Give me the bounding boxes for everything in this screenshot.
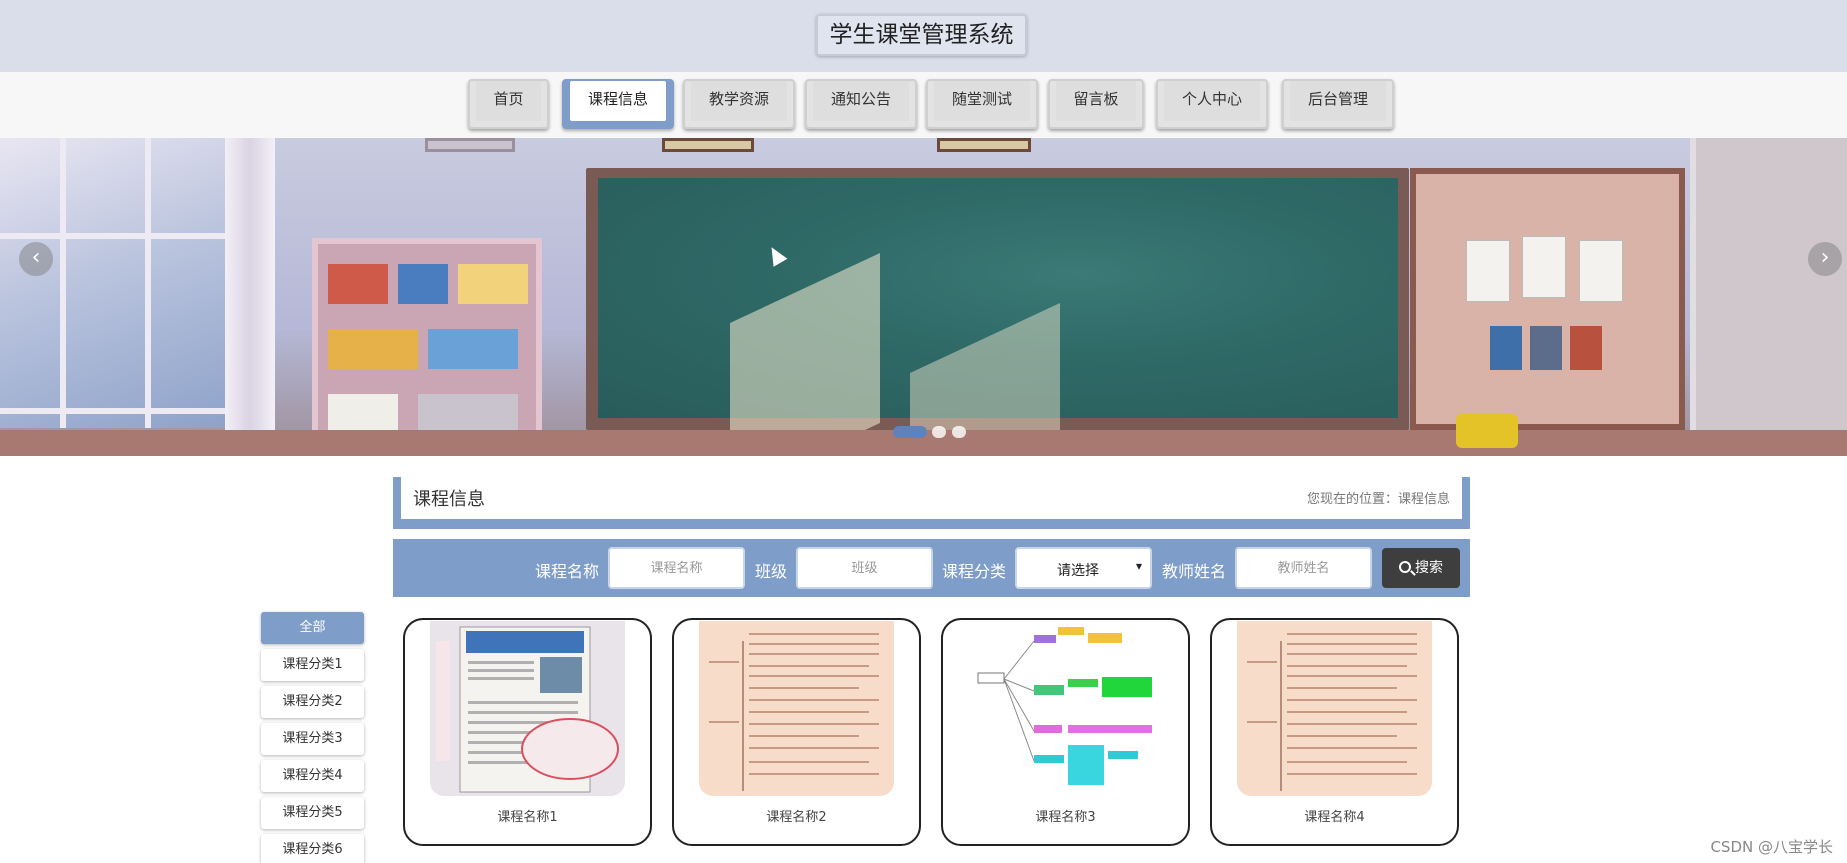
banner-carousel — [0, 138, 1847, 456]
course-name: 课程名称1 — [497, 810, 558, 825]
nav-item-label: 通知公告 — [813, 81, 909, 121]
course-card[interactable]: 课程名称1 — [403, 618, 652, 846]
category-item[interactable]: 课程分类4 — [261, 760, 364, 792]
course-name: 课程名称2 — [766, 810, 827, 825]
course-thumbnail — [430, 621, 625, 796]
search-button-label: 搜索 — [1415, 560, 1443, 576]
nav-item-label: 后台管理 — [1290, 81, 1386, 121]
chevron-down-icon: ▾ — [1135, 559, 1142, 573]
course-name-label: 课程名称 — [535, 562, 600, 581]
class-input[interactable] — [796, 547, 933, 589]
nav-item-label: 课程信息 — [570, 81, 666, 121]
nav-item-teaching-resources[interactable]: 教学资源 — [683, 79, 795, 129]
carousel-dot[interactable] — [932, 426, 946, 438]
carousel-dot[interactable] — [952, 426, 966, 438]
nav-item-label: 个人中心 — [1164, 81, 1260, 121]
teacher-input[interactable] — [1235, 547, 1372, 589]
top-bar: 学生课堂管理系统 — [0, 0, 1847, 72]
nav-item-personal-center[interactable]: 个人中心 — [1156, 79, 1268, 129]
category-item[interactable]: 课程分类1 — [261, 649, 364, 681]
nav-item-label: 首页 — [476, 81, 541, 121]
section-header: 课程信息 您现在的位置：课程信息 — [393, 477, 1470, 529]
search-icon — [1399, 561, 1411, 573]
nav-item-label: 留言板 — [1056, 81, 1136, 121]
class-label: 班级 — [755, 562, 788, 581]
search-button[interactable]: 搜索 — [1382, 548, 1460, 588]
course-card[interactable]: 课程名称4 — [1210, 618, 1459, 846]
banner-bookshelf — [312, 238, 542, 456]
course-name: 课程名称3 — [1035, 810, 1096, 825]
course-thumbnail — [968, 621, 1163, 796]
course-thumbnail — [1237, 621, 1432, 796]
category-item[interactable]: 课程分类3 — [261, 723, 364, 755]
category-item[interactable]: 课程分类2 — [261, 686, 364, 718]
category-item-all[interactable]: 全部 — [261, 612, 364, 644]
breadcrumb: 您现在的位置：课程信息 — [1306, 492, 1450, 507]
carousel-next-button[interactable]: › — [1808, 242, 1842, 276]
banner-door — [1690, 138, 1847, 456]
nav-item-notices[interactable]: 通知公告 — [805, 79, 917, 129]
nav-item-admin[interactable]: 后台管理 — [1282, 79, 1394, 129]
category-select-value: 请选择 — [1057, 563, 1099, 579]
watermark: CSDN @八宝学长 — [1710, 838, 1833, 856]
carousel-prev-button[interactable]: ‹ — [19, 242, 53, 276]
nav-item-message-board[interactable]: 留言板 — [1048, 79, 1144, 129]
carousel-dot[interactable] — [893, 426, 927, 438]
banner-curtain — [225, 138, 275, 438]
search-bar: 课程名称 班级 课程分类 请选择 ▾ 教师姓名 搜索 — [393, 539, 1470, 597]
section-title: 课程信息 — [413, 489, 485, 510]
category-item[interactable]: 课程分类6 — [261, 834, 364, 863]
category-select[interactable]: 请选择 ▾ — [1015, 547, 1152, 589]
course-name-input[interactable] — [608, 547, 745, 589]
category-label: 课程分类 — [942, 562, 1007, 581]
nav-item-quiz[interactable]: 随堂测试 — [926, 79, 1038, 129]
course-thumbnail — [699, 621, 894, 796]
nav-item-home[interactable]: 首页 — [468, 79, 549, 129]
site-title: 学生课堂管理系统 — [816, 14, 1027, 56]
category-item[interactable]: 课程分类5 — [261, 797, 364, 829]
nav-item-label: 随堂测试 — [934, 81, 1030, 121]
main-nav: 首页 课程信息 教学资源 通知公告 随堂测试 留言板 个人中心 后台管理 — [0, 72, 1847, 138]
course-card[interactable]: 课程名称2 — [672, 618, 921, 846]
banner-notice-board — [1410, 168, 1685, 430]
teacher-label: 教师姓名 — [1162, 562, 1227, 581]
course-name: 课程名称4 — [1304, 810, 1365, 825]
course-card[interactable]: 课程名称3 — [941, 618, 1190, 846]
nav-item-course-info[interactable]: 课程信息 — [562, 79, 674, 129]
nav-item-label: 教学资源 — [691, 81, 787, 121]
